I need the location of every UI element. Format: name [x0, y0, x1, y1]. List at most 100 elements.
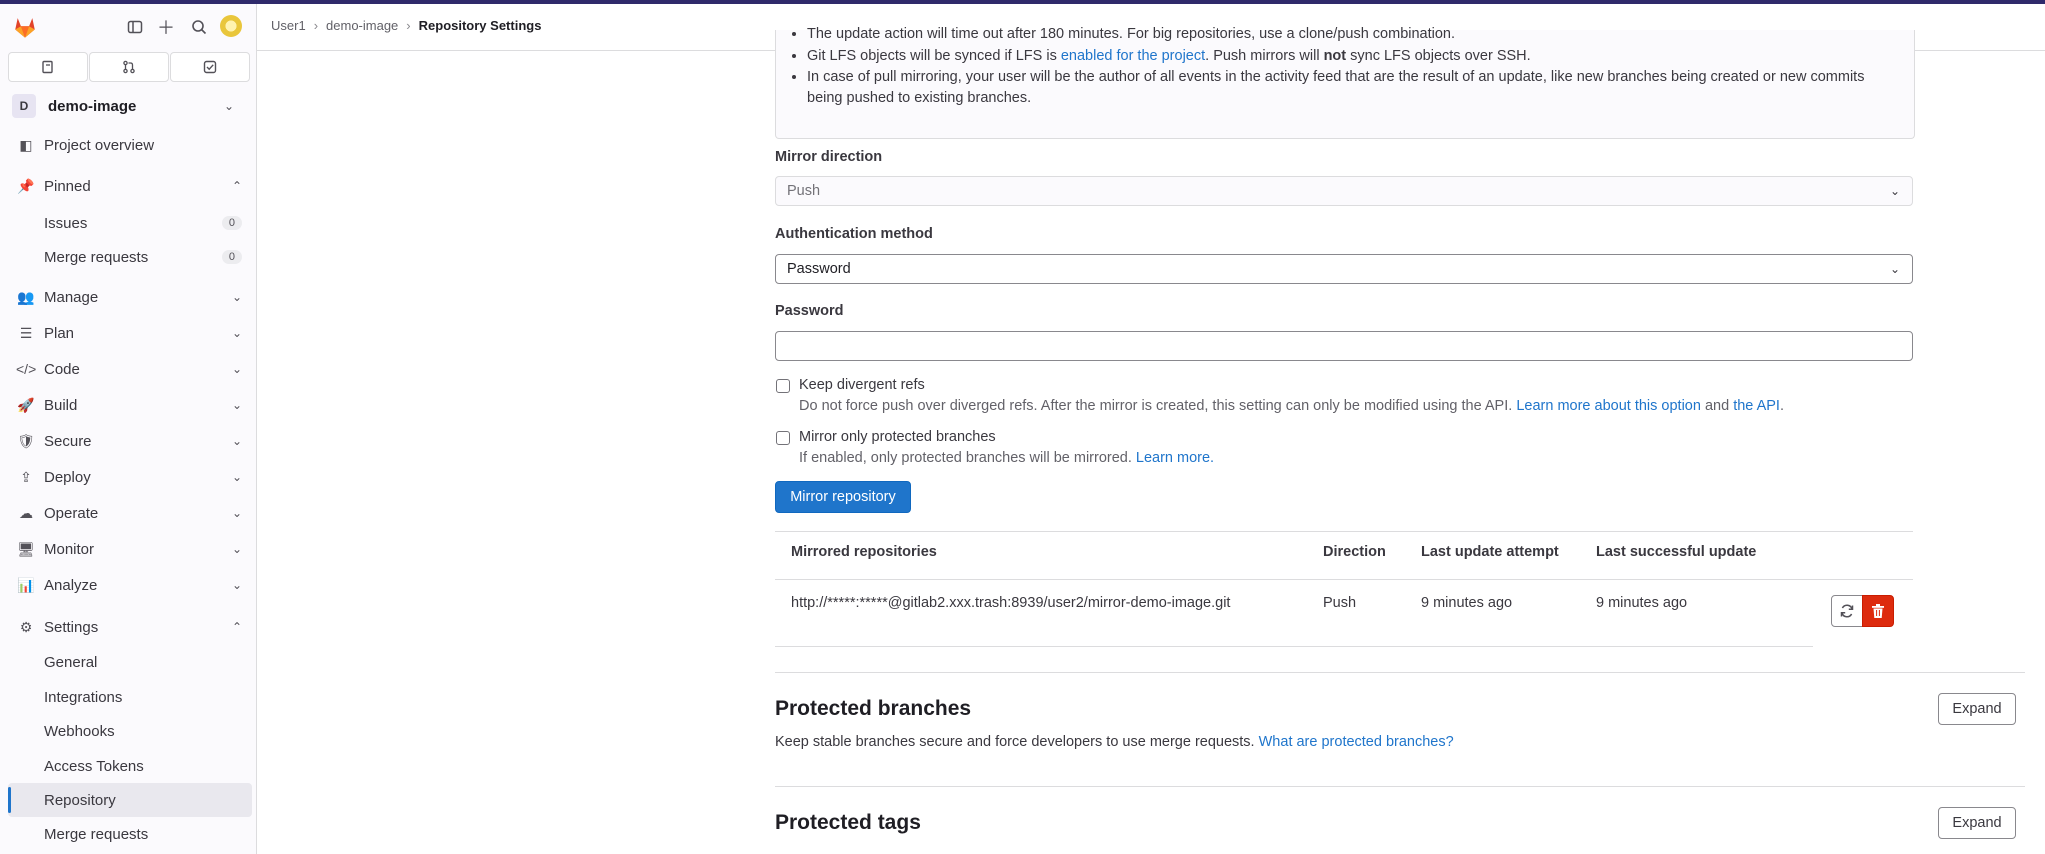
chevron-down-icon: ⌄ — [1889, 184, 1900, 198]
assigned-issues-button[interactable] — [8, 52, 88, 82]
the-api-link[interactable]: the API — [1733, 398, 1780, 414]
sidebar-item-pinned[interactable]: 📌 Pinned ⌃ — [0, 169, 256, 203]
auth-method-select[interactable]: Password ⌄ — [775, 254, 1913, 284]
chevron-down-icon: ⌄ — [223, 99, 234, 113]
chevron-down-icon: ⌄ — [231, 326, 242, 340]
sidebar-item-settings-merge-requests[interactable]: Merge requests — [0, 817, 256, 851]
chevron-down-icon: ⌄ — [231, 578, 242, 592]
create-new-icon[interactable]: ＋ — [155, 16, 177, 38]
sidebar-item-project-overview[interactable]: ◧ Project overview — [0, 128, 256, 162]
breadcrumb-user[interactable]: User1 — [271, 18, 306, 33]
table-header: Mirrored repositories — [791, 544, 937, 560]
monitor-icon: 🖥 — [17, 540, 35, 557]
sidebar-item-general[interactable]: General — [0, 645, 256, 679]
retry-icon — [1840, 604, 1854, 618]
search-icon[interactable] — [188, 16, 210, 38]
sidebar-item-webhooks[interactable]: Webhooks — [0, 714, 256, 748]
sidebar-item-repository[interactable]: Repository — [8, 783, 252, 817]
mirror-last-success: 9 minutes ago — [1596, 595, 1688, 611]
issues-icon — [42, 60, 53, 74]
trash-icon — [1872, 604, 1884, 618]
breadcrumb: User1 › demo-image › Repository Settings — [271, 18, 541, 33]
update-now-button[interactable] — [1831, 595, 1863, 627]
sidebar-item-build[interactable]: 🚀 Build ⌄ — [0, 388, 256, 422]
issues-count-badge: 0 — [221, 216, 242, 230]
gear-icon: ⚙ — [19, 618, 33, 635]
merge-requests-button[interactable] — [89, 52, 169, 82]
todos-button[interactable] — [170, 52, 250, 82]
section-divider — [775, 786, 2025, 787]
mirror-direction: Push — [1323, 595, 1357, 611]
learn-more-link[interactable]: Learn more. — [1136, 450, 1214, 466]
rocket-icon: 🚀 — [17, 396, 35, 413]
planning-icon: ☰ — [19, 324, 33, 341]
auth-method-label: Authentication method — [775, 226, 933, 242]
info-note-pull-mirroring: In case of pull mirroring, your user wil… — [807, 67, 1887, 109]
sidebar-item-monitor[interactable]: 🖥 Monitor ⌄ — [0, 532, 256, 566]
mirror-protected-help: If enabled, only protected branches will… — [799, 450, 1215, 466]
mirror-direction-label: Mirror direction — [775, 149, 883, 165]
section-divider — [775, 672, 2025, 673]
project-switcher[interactable]: D demo-image ⌄ — [8, 90, 248, 122]
sidebar-item-integrations[interactable]: Integrations — [0, 680, 256, 714]
mirror-repository-button[interactable]: Mirror repository — [775, 481, 911, 513]
mirror-direction-select[interactable]: Push ⌄ — [775, 176, 1913, 206]
sidebar-item-analyze[interactable]: 📊 Analyze ⌄ — [0, 568, 256, 602]
merge-request-icon — [123, 60, 135, 74]
mirror-protected-label: Mirror only protected branches — [799, 429, 996, 445]
project-name: demo-image — [48, 97, 137, 115]
pin-icon: 📌 — [17, 177, 35, 194]
project-icon: ◧ — [19, 136, 33, 153]
deployments-icon: ⇪ — [20, 468, 32, 485]
breadcrumb-project[interactable]: demo-image — [326, 18, 398, 33]
chevron-down-icon: ⌄ — [231, 470, 242, 484]
password-label: Password — [775, 303, 844, 319]
password-input[interactable] — [775, 331, 1913, 361]
mirror-last-attempt: 9 minutes ago — [1421, 595, 1513, 611]
user-avatar[interactable] — [220, 15, 242, 37]
info-note-lfs: Git LFS objects will be synced if LFS is… — [807, 46, 1887, 67]
mirror-protected-checkbox[interactable] — [776, 431, 790, 445]
cloud-icon: ☁ — [19, 504, 33, 521]
lfs-enabled-link[interactable]: enabled for the project — [1061, 48, 1205, 64]
chevron-down-icon: ⌄ — [231, 506, 242, 520]
sidebar: ＋ D demo-image ⌄ ◧ Project overview 📌 Pi… — [0, 4, 257, 854]
sidebar-item-code[interactable]: </> Code ⌄ — [0, 352, 256, 386]
chevron-down-icon: ⌄ — [231, 542, 242, 556]
sidebar-item-secure[interactable]: 🛡 Secure ⌄ — [0, 424, 256, 458]
chart-icon: 📊 — [17, 576, 35, 593]
todo-icon — [203, 60, 217, 74]
gitlab-logo-icon[interactable] — [12, 14, 38, 40]
sidebar-item-settings[interactable]: ⚙ Settings ⌃ — [0, 610, 256, 644]
toggle-sidebar-icon[interactable] — [124, 16, 146, 38]
delete-mirror-button[interactable] — [1862, 595, 1894, 627]
chevron-up-icon: ⌃ — [231, 620, 242, 634]
sidebar-item-operate[interactable]: ☁ Operate ⌄ — [0, 496, 256, 530]
chevron-right-icon: › — [406, 18, 411, 33]
keep-divergent-help: Do not force push over diverged refs. Af… — [799, 398, 1784, 414]
table-header: Last successful update — [1596, 544, 1757, 560]
protected-branches-help-link[interactable]: What are protected branches? — [1259, 734, 1454, 750]
project-avatar: D — [12, 94, 36, 118]
code-icon: </> — [16, 361, 37, 377]
learn-more-option-link[interactable]: Learn more about this option — [1516, 398, 1701, 414]
breadcrumb-current[interactable]: Repository Settings — [419, 18, 542, 33]
sidebar-item-access-tokens[interactable]: Access Tokens — [0, 749, 256, 783]
mirror-url: http://*****:*****@gitlab2.xxx.trash:893… — [791, 595, 1231, 611]
sidebar-item-issues[interactable]: Issues 0 — [0, 206, 256, 240]
chevron-right-icon: › — [313, 18, 319, 33]
sidebar-item-merge-requests[interactable]: Merge requests 0 — [0, 240, 256, 274]
chevron-down-icon: ⌄ — [231, 290, 242, 304]
keep-divergent-checkbox[interactable] — [776, 379, 790, 393]
sidebar-item-plan[interactable]: ☰ Plan ⌄ — [0, 316, 256, 350]
chevron-down-icon: ⌄ — [231, 434, 242, 448]
expand-protected-tags-button[interactable]: Expand — [1938, 807, 2016, 839]
protected-branches-description: Keep stable branches secure and force de… — [775, 734, 1454, 750]
sidebar-item-deploy[interactable]: ⇪ Deploy ⌄ — [0, 460, 256, 494]
chevron-up-icon: ⌃ — [231, 179, 242, 193]
expand-protected-branches-button[interactable]: Expand — [1938, 693, 2016, 725]
table-header: Last update attempt — [1421, 544, 1559, 560]
table-header: Direction — [1323, 544, 1386, 560]
sidebar-top-bar: ＋ — [0, 4, 256, 48]
sidebar-item-manage[interactable]: 👥 Manage ⌄ — [0, 280, 256, 314]
